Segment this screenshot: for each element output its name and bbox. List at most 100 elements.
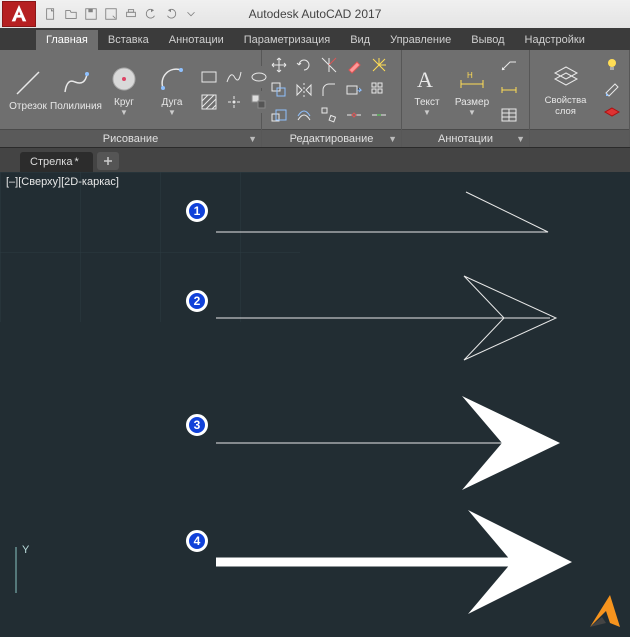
new-tab-button[interactable] [97, 152, 119, 170]
break-icon[interactable] [343, 104, 365, 126]
qat-dropdown-icon[interactable] [182, 5, 200, 23]
hatch-icon[interactable] [198, 91, 220, 113]
chevron-down-icon: ▼ [248, 130, 257, 148]
rectangle-icon[interactable] [198, 66, 220, 88]
panel-modify: Редактирование▼ [262, 50, 402, 147]
tool-circle[interactable]: Круг ▼ [102, 61, 146, 119]
tab-output[interactable]: Вывод [461, 30, 514, 50]
ucs-icon: Y [8, 541, 58, 601]
print-icon[interactable] [122, 5, 140, 23]
svg-text:A: A [417, 67, 433, 92]
fillet-icon[interactable] [318, 79, 340, 101]
tab-parametric[interactable]: Параметризация [234, 30, 340, 50]
app-logo-button[interactable] [2, 1, 36, 27]
svg-text:Y: Y [22, 544, 30, 556]
saveas-icon[interactable] [102, 5, 120, 23]
spline-icon[interactable] [223, 66, 245, 88]
tab-home[interactable]: Главная [36, 30, 98, 50]
arrow-example-4 [216, 502, 586, 622]
align-icon[interactable] [318, 104, 340, 126]
panel-title-layers [530, 129, 629, 147]
chevron-down-icon: ▼ [516, 130, 525, 148]
tool-dimension[interactable]: H Размер ▼ [450, 61, 494, 119]
svg-text:H: H [467, 71, 473, 80]
watermark-logo-icon [576, 583, 626, 633]
layer-iso-icon[interactable] [601, 104, 623, 126]
line-icon [12, 67, 44, 99]
open-icon[interactable] [62, 5, 80, 23]
tab-view[interactable]: Вид [340, 30, 380, 50]
layer-small-tools [601, 54, 623, 126]
title-bar: Autodesk AutoCAD 2017 [0, 0, 630, 28]
panel-title-draw[interactable]: Рисование▼ [0, 129, 261, 147]
arrow-example-1 [216, 184, 556, 244]
move-icon[interactable] [268, 54, 290, 76]
circle-icon [108, 63, 140, 95]
drawing-canvas[interactable]: [–][Сверху][2D-каркас] 1 2 3 4 Y [0, 172, 630, 637]
chevron-down-icon: ▼ [388, 130, 397, 148]
ribbon-tab-strip: Главная Вставка Аннотации Параметризация… [0, 28, 630, 50]
plus-icon [103, 156, 113, 166]
bulb-icon[interactable] [601, 54, 623, 76]
layers-icon [550, 62, 582, 94]
tab-addins[interactable]: Надстройки [515, 30, 595, 50]
panel-draw: Отрезок Полилиния Круг ▼ Дуга ▼ [0, 50, 262, 147]
undo-icon[interactable] [142, 5, 160, 23]
callout-marker-4: 4 [186, 530, 208, 552]
trim-icon[interactable] [318, 54, 340, 76]
tool-text[interactable]: A Текст ▼ [408, 61, 446, 119]
stretch-icon[interactable] [343, 79, 365, 101]
join-icon[interactable] [368, 104, 390, 126]
ribbon: Отрезок Полилиния Круг ▼ Дуга ▼ [0, 50, 630, 148]
dimension-icon: H [456, 63, 488, 95]
rotate-icon[interactable] [293, 54, 315, 76]
panel-annotation: A Текст ▼ H Размер ▼ Аннотации▼ [402, 50, 530, 147]
leader-icon[interactable] [498, 54, 520, 76]
dimlinear-icon[interactable] [498, 79, 520, 101]
panel-title-modify[interactable]: Редактирование▼ [262, 129, 401, 147]
tool-layer-properties[interactable]: Свойства слоя [534, 60, 597, 119]
erase-icon[interactable] [343, 54, 365, 76]
text-icon: A [411, 63, 443, 95]
table-icon[interactable] [498, 104, 520, 126]
array-icon[interactable] [368, 79, 390, 101]
chevron-down-icon: ▼ [168, 108, 176, 117]
document-tab-bar: Стрелка* [0, 148, 630, 172]
copy-icon[interactable] [268, 79, 290, 101]
modify-tools [268, 54, 390, 126]
explode-icon[interactable] [368, 54, 390, 76]
app-title: Autodesk AutoCAD 2017 [249, 7, 382, 21]
redo-icon[interactable] [162, 5, 180, 23]
chevron-down-icon: ▼ [468, 108, 476, 117]
arrow-example-2 [216, 268, 576, 368]
tool-arc[interactable]: Дуга ▼ [150, 61, 194, 119]
scale-icon[interactable] [268, 104, 290, 126]
viewport-label[interactable]: [–][Сверху][2D-каркас] [6, 176, 119, 188]
chevron-down-icon: ▼ [423, 108, 431, 117]
mirror-icon[interactable] [293, 79, 315, 101]
chevron-down-icon: ▼ [120, 108, 128, 117]
tab-manage[interactable]: Управление [380, 30, 461, 50]
panel-layers: Свойства слоя [530, 50, 630, 147]
tool-polyline[interactable]: Полилиния [54, 65, 98, 114]
callout-marker-1: 1 [186, 200, 208, 222]
offset-icon[interactable] [293, 104, 315, 126]
draw-small-tools [198, 66, 270, 113]
tab-annotate[interactable]: Аннотации [159, 30, 234, 50]
new-icon[interactable] [42, 5, 60, 23]
point-icon[interactable] [223, 91, 245, 113]
annot-small-tools [498, 54, 520, 126]
callout-marker-2: 2 [186, 290, 208, 312]
polyline-icon [60, 67, 92, 99]
tool-line[interactable]: Отрезок [6, 65, 50, 114]
layer-match-icon[interactable] [601, 79, 623, 101]
document-tab[interactable]: Стрелка* [20, 152, 93, 172]
arc-icon [156, 63, 188, 95]
arrow-example-3 [216, 388, 576, 498]
quick-access-toolbar [42, 5, 200, 23]
tab-insert[interactable]: Вставка [98, 30, 159, 50]
callout-marker-3: 3 [186, 414, 208, 436]
app-tab-spacer [0, 28, 36, 50]
save-icon[interactable] [82, 5, 100, 23]
panel-title-annotation[interactable]: Аннотации▼ [402, 129, 529, 147]
